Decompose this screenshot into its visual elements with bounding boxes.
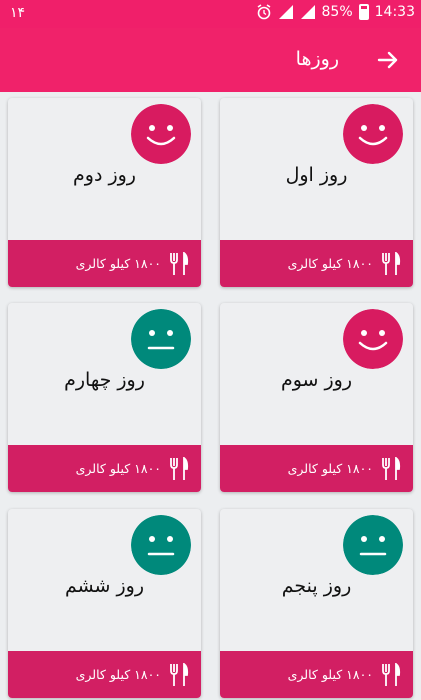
status-time: 14:33: [374, 4, 415, 20]
app-bar: روزها: [0, 28, 421, 92]
arrow-right-icon: [377, 51, 398, 69]
calories-label: ۱۸۰۰ کیلو کالری: [75, 256, 161, 271]
calories-label: ۱۸۰۰ کیلو کالری: [75, 461, 161, 476]
day-name: روز چهارم: [64, 369, 145, 391]
calories-label: ۱۸۰۰ کیلو کالری: [287, 461, 373, 476]
fork-knife-icon: [382, 457, 401, 480]
card-footer: ۱۸۰۰ کیلو کالری: [8, 445, 201, 492]
day-card[interactable]: روز ششم ۱۸۰۰ کیلو کالری: [8, 509, 201, 698]
day-card[interactable]: روز دوم ۱۸۰۰ کیلو کالری: [8, 98, 201, 287]
status-left-text: ۱۴: [10, 5, 26, 21]
day-name: روز سوم: [280, 369, 353, 391]
status-right-group: 85% 14:33: [256, 4, 415, 20]
neutral-face-icon: [131, 515, 191, 575]
back-button[interactable]: [373, 45, 403, 75]
page-title: روزها: [295, 48, 339, 70]
happy-face-icon: [343, 104, 403, 164]
alarm-icon: [257, 4, 270, 20]
card-footer: ۱۸۰۰ کیلو کالری: [220, 651, 413, 698]
fork-knife-icon: [170, 252, 189, 275]
day-card[interactable]: روز پنجم ۱۸۰۰ کیلو کالری: [220, 509, 413, 698]
card-footer: ۱۸۰۰ کیلو کالری: [220, 445, 413, 492]
day-name: روز دوم: [73, 164, 136, 186]
fork-knife-icon: [382, 663, 401, 686]
card-footer: ۱۸۰۰ کیلو کالری: [8, 651, 201, 698]
fork-knife-icon: [382, 252, 401, 275]
card-footer: ۱۸۰۰ کیلو کالری: [8, 240, 201, 287]
calories-label: ۱۸۰۰ کیلو کالری: [287, 256, 373, 271]
calories-label: ۱۸۰۰ کیلو کالری: [287, 667, 373, 682]
happy-face-icon: [131, 104, 191, 164]
signal-sim2-icon: [300, 5, 315, 19]
fork-knife-icon: [170, 663, 189, 686]
day-name: روز ششم: [64, 575, 145, 597]
day-name: روز پنجم: [281, 575, 352, 597]
signal-sim1-icon: [278, 5, 293, 19]
status-bar: ۱۴ 85% 14:33: [0, 0, 421, 28]
day-card[interactable]: روز سوم ۱۸۰۰ کیلو کالری: [220, 303, 413, 492]
day-card[interactable]: روز چهارم ۱۸۰۰ کیلو کالری: [8, 303, 201, 492]
battery-icon: [358, 4, 369, 20]
card-footer: ۱۸۰۰ کیلو کالری: [220, 240, 413, 287]
neutral-face-icon: [343, 515, 403, 575]
day-card[interactable]: روز اول ۱۸۰۰ کیلو کالری: [220, 98, 413, 287]
fork-knife-icon: [170, 457, 189, 480]
battery-percentage: 85%: [321, 4, 353, 20]
neutral-face-icon: [131, 309, 191, 369]
happy-face-icon: [343, 309, 403, 369]
calories-label: ۱۸۰۰ کیلو کالری: [75, 667, 161, 682]
day-name: روز اول: [285, 164, 348, 186]
